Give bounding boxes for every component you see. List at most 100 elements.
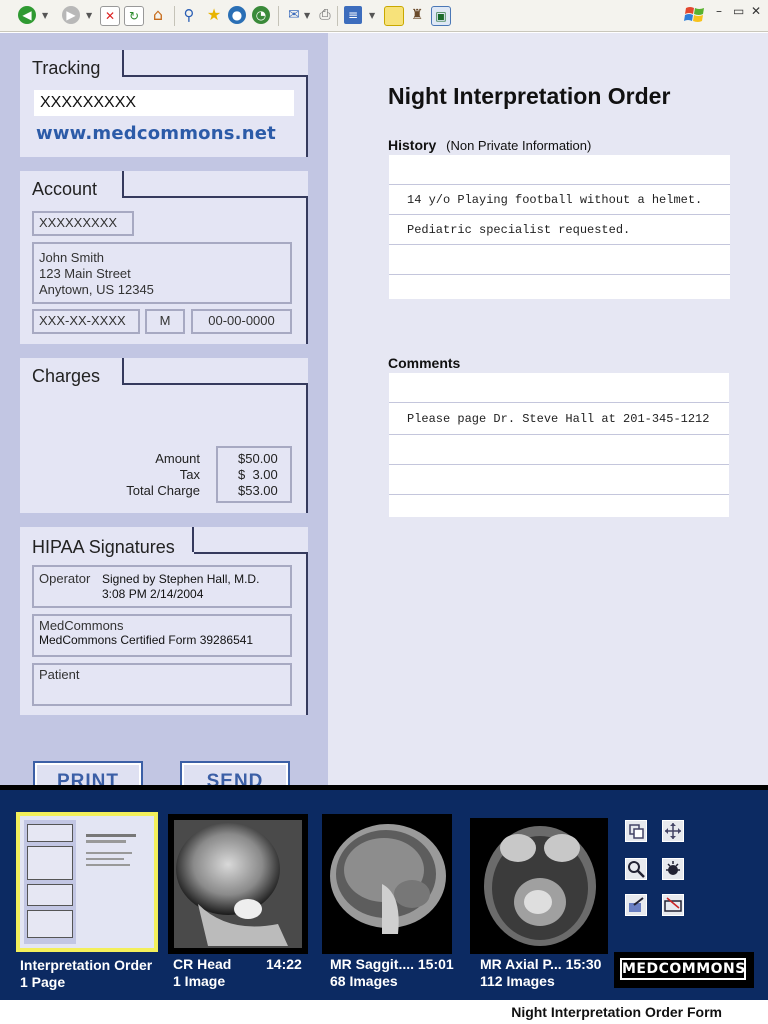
comment-line (389, 495, 729, 517)
patient-label: Patient (39, 667, 80, 682)
browser-toolbar: ◀ ▼ ▶ ▼ ✕ ↻ ⌂ ⚲ ★ ● ◔ ✉ ▼ ⎙ ≡ ▼ ♜ ▣ – ▭ … (0, 0, 768, 32)
tax-value: $ 3.00 (238, 467, 278, 482)
thumbnail-time: 14:22 (266, 956, 302, 972)
card-border (192, 527, 194, 552)
address-line: 123 Main Street (39, 266, 131, 281)
messenger-icon[interactable]: ♜ (408, 6, 426, 24)
edit-dropdown-icon[interactable]: ▼ (369, 11, 375, 20)
tracking-number-field[interactable]: XXXXXXXXX (34, 90, 294, 116)
measure-icon[interactable] (662, 894, 684, 916)
comment-line (389, 373, 729, 403)
operator-signature-text: Signed by Stephen Hall, M.D. (102, 572, 260, 586)
footer: Night Interpretation Order Form (0, 1000, 768, 1024)
comments-label: Comments (388, 355, 461, 371)
hipaa-signatures-card: HIPAA Signatures Operator Signed by Step… (20, 527, 308, 715)
patient-signature-field[interactable]: Patient (32, 663, 292, 706)
contrast-icon[interactable] (662, 858, 684, 880)
comment-line: Please page Dr. Steve Hall at 201-345-12… (389, 403, 729, 435)
close-button[interactable]: ✕ (751, 4, 761, 18)
mail-icon[interactable]: ✉ (285, 6, 303, 24)
search-icon[interactable]: ⚲ (180, 6, 198, 24)
operator-signature: Signed by Stephen Hall, M.D. 3:08 PM 2/1… (102, 572, 259, 602)
medcommons-url-link[interactable]: www.medcommons.net (36, 123, 276, 144)
restore-button[interactable]: ▭ (733, 4, 744, 18)
thumbnail-count: 1 Page (20, 974, 66, 990)
forward-icon[interactable]: ▶ (62, 6, 80, 24)
charges-title: Charges (32, 366, 101, 386)
mail-dropdown-icon[interactable]: ▼ (304, 11, 310, 20)
minimize-button[interactable]: – (716, 4, 722, 18)
windows-logo-icon (684, 7, 704, 22)
discuss-icon[interactable] (384, 6, 404, 26)
thumbnail-count: 112 Images (480, 973, 555, 989)
tax-label: Tax (179, 467, 200, 482)
history-line: Pediatric specialist requested. (389, 215, 730, 245)
dob-field[interactable]: 00-00-0000 (191, 309, 292, 334)
medcommons-signature: MedCommons Certified Form 39286541 (39, 633, 254, 647)
medcommons-logo: MEDCOMMONS (614, 952, 754, 988)
history-line (389, 155, 730, 185)
address-field[interactable]: John Smith 123 Main Street Anytown, US 1… (32, 242, 292, 304)
order-form-sidebar: Tracking XXXXXXXXX www.medcommons.net Ac… (0, 33, 328, 803)
window-icon[interactable]: ▣ (431, 6, 451, 26)
address-line: Anytown, US 12345 (39, 282, 154, 297)
amount-label: Amount (155, 451, 200, 466)
card-border (122, 171, 124, 196)
thumbnail-title: Interpretation Order (20, 957, 153, 973)
tracking-title: Tracking (20, 50, 124, 78)
account-number-field[interactable]: XXXXXXXXX (32, 211, 134, 236)
history-heading: History (Non Private Information) (388, 137, 591, 153)
history-text-area[interactable]: 14 y/o Playing football without a helmet… (389, 155, 730, 299)
home-icon[interactable]: ⌂ (149, 6, 167, 24)
card-border (122, 358, 124, 383)
charges-labels: Amount Tax Total Charge (126, 451, 200, 499)
favorites-icon[interactable]: ★ (205, 6, 223, 24)
layout-icon[interactable] (625, 820, 647, 842)
history-line (389, 245, 730, 275)
edit-icon[interactable]: ≡ (344, 6, 362, 24)
pan-icon[interactable] (662, 820, 684, 842)
toolbar-separator (278, 6, 279, 26)
print-icon[interactable]: ⎙ (316, 6, 334, 24)
sex-field[interactable]: M (145, 309, 185, 334)
tracking-card: Tracking XXXXXXXXX www.medcommons.net (20, 50, 308, 157)
account-card: Account XXXXXXXXX John Smith 123 Main St… (20, 171, 308, 344)
thumbnail-caption: MR Axial P... 15:30 112 Images (480, 956, 601, 990)
form-preview-text (86, 864, 130, 866)
back-dropdown-icon[interactable]: ▼ (42, 11, 48, 20)
annotate-icon[interactable] (625, 894, 647, 916)
page-title: Night Interpretation Order (388, 83, 671, 109)
total-charge-value: $53.00 (238, 483, 278, 498)
history-line: 14 y/o Playing football without a helmet… (389, 185, 730, 215)
thumbnail-cr-head[interactable] (168, 814, 308, 954)
thumbnail-time: 15:30 (565, 956, 602, 972)
history-icon[interactable]: ◔ (252, 6, 270, 24)
operator-signature-field[interactable]: Operator Signed by Stephen Hall, M.D. 3:… (32, 565, 292, 608)
medcommons-signature-field[interactable]: MedCommons MedCommons Certified Form 392… (32, 614, 292, 657)
thumbnail-mr-sagittal[interactable] (322, 814, 452, 954)
thumbnail-caption: Interpretation Order 1 Page (20, 957, 152, 991)
xray-skull-image (174, 820, 302, 948)
zoom-icon[interactable] (625, 858, 647, 880)
thumbnail-mr-axial[interactable] (470, 818, 608, 954)
comments-text-area[interactable]: Please page Dr. Steve Hall at 201-345-12… (389, 373, 729, 517)
form-preview-box (27, 884, 73, 906)
thumbnail-caption: MR Saggit.... 15:01 68 Images (330, 956, 454, 990)
back-icon[interactable]: ◀ (18, 6, 36, 24)
media-icon[interactable]: ● (228, 6, 246, 24)
ssn-field[interactable]: XXX-XX-XXXX (32, 309, 140, 334)
form-preview-text (86, 858, 124, 860)
stop-icon[interactable]: ✕ (100, 6, 120, 26)
form-preview-box (27, 910, 73, 938)
card-border (122, 75, 308, 157)
refresh-icon[interactable]: ↻ (124, 6, 144, 26)
history-label: History (388, 137, 437, 153)
form-preview-text (86, 840, 126, 843)
forward-dropdown-icon[interactable]: ▼ (86, 11, 92, 20)
thumbnail-interpretation-order[interactable] (16, 812, 158, 952)
charges-card: Charges Amount Tax Total Charge $50.00 $… (20, 358, 308, 513)
operator-label: Operator (39, 571, 91, 586)
amount-value: $50.00 (238, 451, 278, 466)
thumbnail-caption: CR Head 14:22 1 Image (173, 956, 302, 990)
charges-values: $50.00 $ 3.00 $53.00 (216, 446, 292, 503)
